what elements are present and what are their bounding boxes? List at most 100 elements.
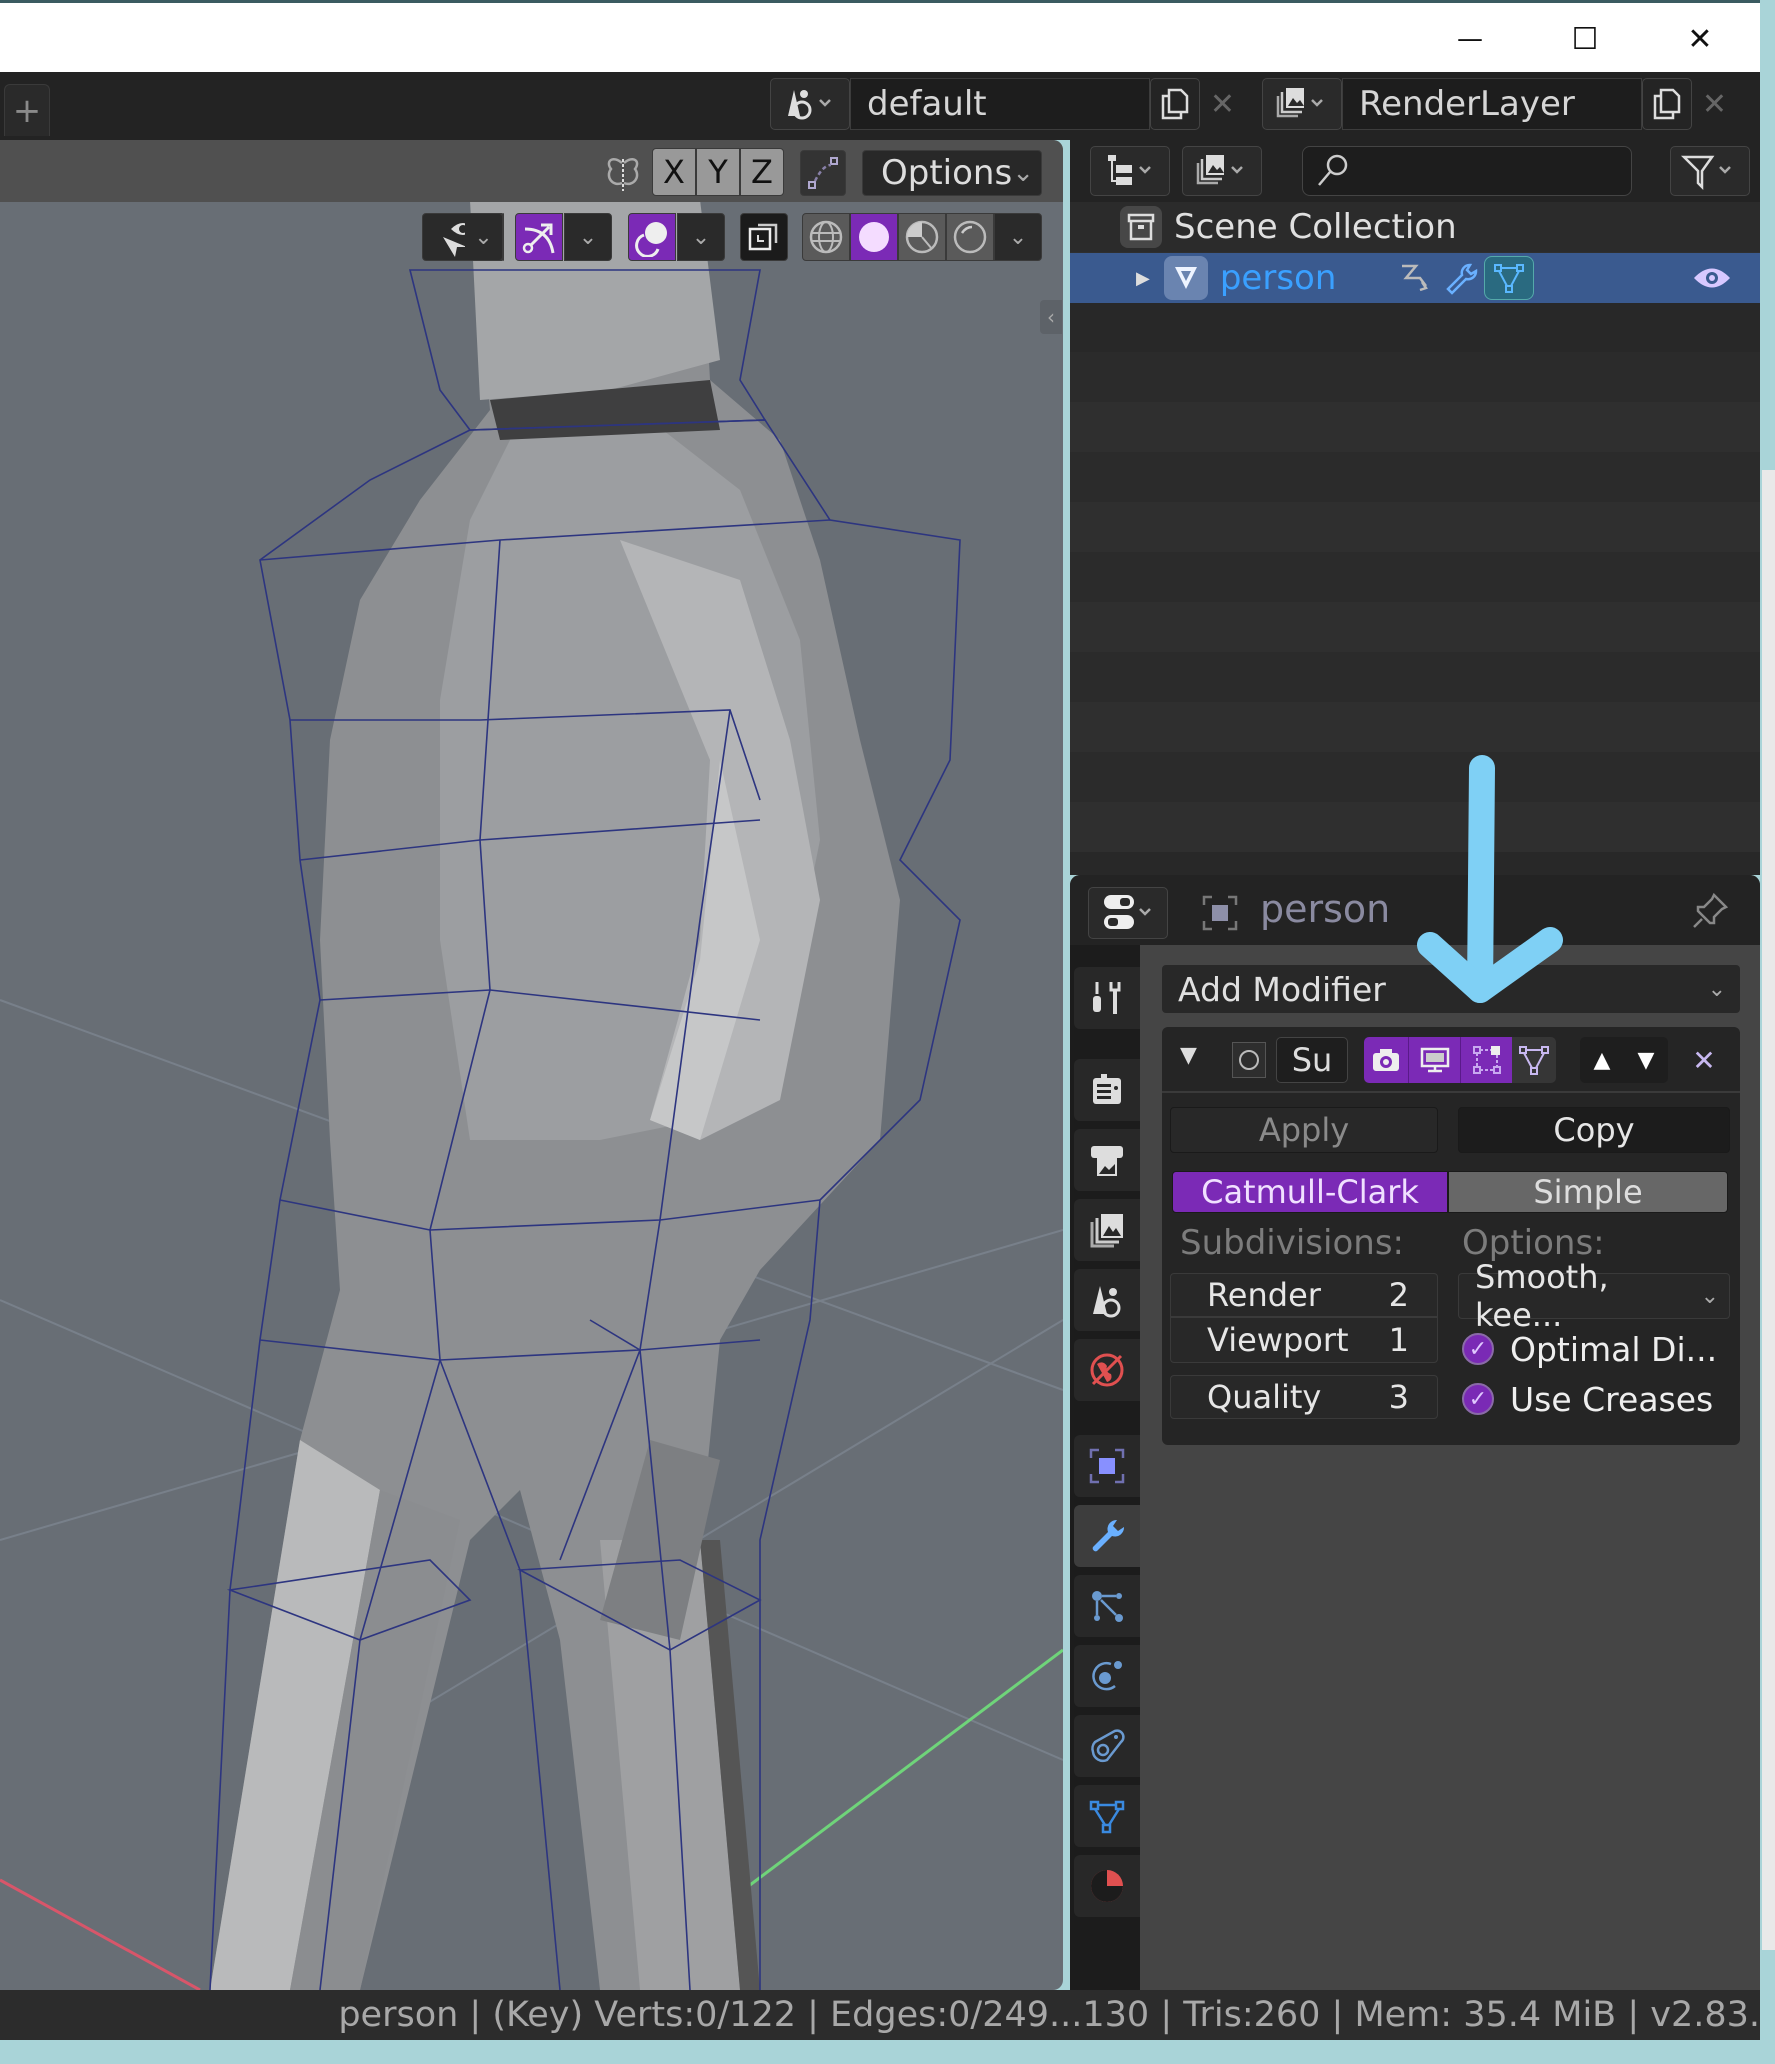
tab-scene[interactable] bbox=[1074, 1269, 1140, 1331]
world-globe-icon bbox=[1090, 1353, 1124, 1387]
close-window-button[interactable]: ✕ bbox=[1650, 3, 1750, 75]
simple-option[interactable]: Simple bbox=[1448, 1171, 1728, 1213]
viewport-scene[interactable] bbox=[0, 140, 1063, 1990]
close-icon: ✕ bbox=[1209, 86, 1236, 122]
xray-toggle[interactable] bbox=[740, 213, 788, 261]
tab-physics[interactable] bbox=[1074, 1645, 1140, 1707]
render-layers-icon bbox=[1276, 88, 1323, 118]
wrench-icon[interactable] bbox=[1442, 259, 1480, 297]
overlays-dropdown[interactable]: ⌄ bbox=[677, 213, 725, 261]
outliner-search-input[interactable] bbox=[1302, 146, 1632, 196]
tab-render[interactable] bbox=[1074, 1059, 1140, 1121]
camera-icon bbox=[1373, 1049, 1399, 1071]
tool-icon bbox=[1093, 982, 1121, 1014]
move-up-button[interactable]: ▲ bbox=[1580, 1037, 1624, 1083]
tab-output[interactable] bbox=[1074, 1129, 1140, 1191]
close-icon: ✕ bbox=[1701, 86, 1728, 122]
gizmo-dropdown[interactable]: ⌄ bbox=[564, 213, 612, 261]
move-down-button[interactable]: ▼ bbox=[1624, 1037, 1668, 1083]
show-in-editmode-toggle[interactable] bbox=[1460, 1037, 1512, 1083]
tab-object[interactable] bbox=[1074, 1435, 1140, 1497]
apply-button[interactable]: Apply bbox=[1170, 1107, 1438, 1153]
options-label: Options: bbox=[1462, 1223, 1605, 1263]
eye-icon[interactable] bbox=[1692, 263, 1732, 293]
window-titlebar: — ☐ ✕ bbox=[0, 0, 1760, 72]
maximize-icon: ☐ bbox=[1571, 21, 1599, 57]
vertex-groups-icon[interactable] bbox=[1396, 258, 1436, 298]
show-in-viewport-toggle[interactable] bbox=[1408, 1037, 1460, 1083]
tab-view-layer[interactable] bbox=[1074, 1199, 1140, 1261]
wireframe-sphere-icon bbox=[809, 220, 843, 254]
proportional-editing-toggle[interactable] bbox=[800, 150, 846, 196]
collection-icon bbox=[1120, 206, 1162, 248]
tab-tool[interactable] bbox=[1074, 967, 1140, 1029]
tab-data[interactable] bbox=[1074, 1785, 1140, 1847]
outliner-tree-icon bbox=[1108, 155, 1151, 185]
on-cage-toggle[interactable] bbox=[1512, 1037, 1556, 1083]
shading-wireframe-button[interactable] bbox=[802, 213, 850, 261]
gizmo-toggle[interactable] bbox=[515, 213, 563, 261]
viewport-levels-field[interactable]: Viewport 1 bbox=[1170, 1317, 1438, 1363]
mirror-y-toggle[interactable]: Y bbox=[696, 148, 740, 196]
tab-modifiers[interactable] bbox=[1074, 1505, 1140, 1567]
minimize-button[interactable]: — bbox=[1420, 3, 1520, 75]
shading-dropdown[interactable]: ⌄ bbox=[994, 213, 1042, 261]
mirror-x-toggle[interactable]: X bbox=[652, 148, 696, 196]
subdivision-modifier-panel: ▼ Su ▲ ▼ ✕ Apply Copy Catmull-Clark Simp… bbox=[1162, 1027, 1740, 1445]
selectability-dropdown[interactable]: ⌄ bbox=[465, 213, 503, 261]
search-icon bbox=[1318, 154, 1348, 186]
mesh-data-icon[interactable] bbox=[1484, 256, 1535, 300]
expand-arrow-icon[interactable]: ▶ bbox=[1136, 268, 1150, 289]
mirror-z-toggle[interactable]: Z bbox=[740, 148, 784, 196]
filter-dropdown[interactable] bbox=[1670, 146, 1750, 196]
new-scene-button[interactable] bbox=[1150, 78, 1200, 130]
add-workspace-tab-button[interactable]: + bbox=[4, 84, 50, 136]
new-view-layer-button[interactable] bbox=[1642, 78, 1692, 130]
view-layer-name-field[interactable]: RenderLayer bbox=[1342, 78, 1642, 130]
use-creases-checkbox[interactable]: ✓ Use Creases bbox=[1462, 1377, 1713, 1421]
remove-modifier-button[interactable]: ✕ bbox=[1682, 1037, 1726, 1083]
outliner-row-scene-collection[interactable]: Scene Collection bbox=[1070, 202, 1760, 252]
pin-icon[interactable] bbox=[1690, 891, 1730, 931]
chevron-down-icon: ⌄ bbox=[1012, 158, 1034, 188]
collapse-arrow-icon[interactable]: ▼ bbox=[1180, 1043, 1197, 1068]
overlays-icon bbox=[635, 222, 667, 257]
copy-button[interactable]: Copy bbox=[1458, 1107, 1730, 1153]
optimal-display-checkbox[interactable]: ✓ Optimal Di... bbox=[1462, 1327, 1717, 1371]
catmull-clark-option[interactable]: Catmull-Clark bbox=[1172, 1171, 1448, 1213]
tab-world[interactable] bbox=[1074, 1339, 1140, 1401]
status-bar: person | (Key) Verts:0/122 | Edges:0/249… bbox=[0, 1990, 1760, 2040]
shading-solid-button[interactable] bbox=[850, 213, 898, 261]
modifier-name-field[interactable]: Su bbox=[1276, 1037, 1348, 1083]
shading-rendered-button[interactable] bbox=[946, 213, 994, 261]
quality-field[interactable]: Quality 3 bbox=[1170, 1375, 1438, 1419]
chevron-down-icon: ⌄ bbox=[691, 224, 711, 250]
view-layer-dropdown[interactable] bbox=[1182, 146, 1262, 196]
tab-constraints[interactable] bbox=[1074, 1715, 1140, 1777]
mirror-toggle[interactable] bbox=[600, 152, 646, 198]
editor-type-dropdown[interactable] bbox=[1088, 887, 1168, 939]
display-mode-dropdown[interactable] bbox=[1090, 146, 1170, 196]
tab-material[interactable] bbox=[1074, 1855, 1140, 1917]
options-dropdown[interactable]: Options ⌄ bbox=[862, 150, 1042, 196]
object-icon bbox=[1089, 1448, 1125, 1484]
render-levels-field[interactable]: Render 2 bbox=[1170, 1273, 1438, 1317]
overlays-toggle[interactable] bbox=[628, 213, 676, 261]
delete-view-layer-button[interactable]: ✕ bbox=[1692, 78, 1737, 130]
delete-scene-button[interactable]: ✕ bbox=[1200, 78, 1245, 130]
properties-editor-icon bbox=[1104, 895, 1151, 929]
scene-icon bbox=[1093, 1286, 1121, 1318]
scene-browse-button[interactable] bbox=[770, 78, 850, 130]
close-icon: ✕ bbox=[1692, 1043, 1716, 1077]
tab-particles[interactable] bbox=[1074, 1575, 1140, 1637]
background-window-edge bbox=[1762, 470, 1775, 1950]
scene-name-field[interactable]: default bbox=[850, 78, 1150, 130]
outliner-row-person[interactable]: ▶ person bbox=[1070, 253, 1760, 303]
show-in-render-toggle[interactable] bbox=[1364, 1037, 1408, 1083]
uv-smooth-dropdown[interactable]: Smooth, kee... ⌄ bbox=[1458, 1258, 1730, 1334]
sidebar-toggle[interactable]: ‹ bbox=[1040, 300, 1062, 334]
view-layer-browse-button[interactable] bbox=[1262, 78, 1342, 130]
shading-material-button[interactable] bbox=[898, 213, 946, 261]
3d-viewport[interactable]: X Y Z Options ⌄ ⌄ ⌄ ⌄ ⌄ ‹ bbox=[0, 140, 1063, 1990]
maximize-button[interactable]: ☐ bbox=[1535, 3, 1635, 75]
